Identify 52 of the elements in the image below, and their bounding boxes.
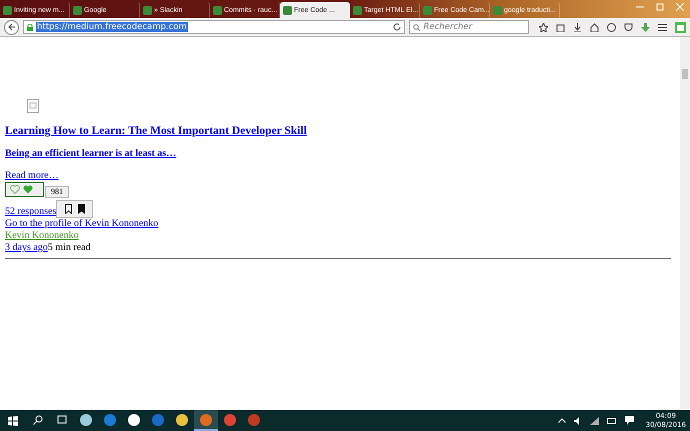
download-icon[interactable] <box>573 22 582 32</box>
tab-favicon-icon <box>423 6 432 14</box>
profile-link[interactable]: Go to the profile of Kevin Kononenko <box>5 218 158 229</box>
responses-link[interactable]: 52 responses <box>5 206 56 217</box>
broken-image-icon <box>27 99 39 113</box>
heart-icon <box>23 185 33 194</box>
app-icon <box>224 414 236 426</box>
article-subtitle-link[interactable]: Being an efficient learner is at least as… <box>5 148 176 160</box>
read-more-link[interactable]: Read more… <box>5 170 59 181</box>
tab-favicon-icon <box>353 6 362 14</box>
task-view-icon <box>56 415 68 424</box>
star-icon[interactable] <box>539 22 548 32</box>
reload-icon[interactable] <box>393 23 402 31</box>
back-button[interactable] <box>4 20 19 34</box>
menu-icon[interactable] <box>658 22 667 32</box>
home-icon[interactable] <box>590 22 599 32</box>
tab-favicon-icon <box>213 6 222 14</box>
bookmark-button[interactable] <box>56 200 94 218</box>
lock-icon <box>27 24 33 30</box>
bookmark-outline-icon <box>64 204 72 214</box>
tab-favicon-icon <box>493 6 502 14</box>
app-icon <box>128 414 140 426</box>
app-icon <box>152 414 164 426</box>
back-arrow-icon <box>8 23 16 31</box>
tab-favicon-icon <box>283 6 292 14</box>
app-icon <box>248 414 260 426</box>
app-icon <box>80 414 92 426</box>
windows-start-icon[interactable] <box>8 416 18 426</box>
heart-outline-icon <box>10 185 20 194</box>
notification-icon[interactable] <box>624 416 634 425</box>
maximize-icon[interactable] <box>656 3 664 11</box>
address-field[interactable]: https://medium.freecodecamp.com <box>23 20 406 34</box>
chevron-up-icon[interactable] <box>558 418 566 423</box>
article-title-link[interactable]: Learning How to Learn: The Most Important Developer Skill <box>5 125 307 137</box>
search-field[interactable]: Rechercher <box>409 20 529 34</box>
speaker-icon[interactable] <box>574 416 582 424</box>
app-icon <box>200 414 212 426</box>
read-time: 5 min read <box>48 242 91 253</box>
posted-time-link[interactable]: 3 days ago <box>5 242 48 253</box>
author-link[interactable]: Kevin Kononenko <box>5 230 79 241</box>
bookmark-icon <box>78 204 85 214</box>
scrollbar[interactable] <box>680 37 690 409</box>
recommend-button[interactable] <box>5 182 44 197</box>
tab-favicon-icon <box>3 6 12 14</box>
app-icon <box>104 414 116 426</box>
recommend-count: 981 <box>45 186 69 198</box>
search-icon <box>413 24 420 30</box>
app-icon <box>176 414 188 426</box>
search-icon <box>33 414 43 424</box>
tab-favicon-icon <box>143 6 152 14</box>
tab-favicon-icon <box>73 6 82 14</box>
battery-icon[interactable] <box>606 418 617 424</box>
